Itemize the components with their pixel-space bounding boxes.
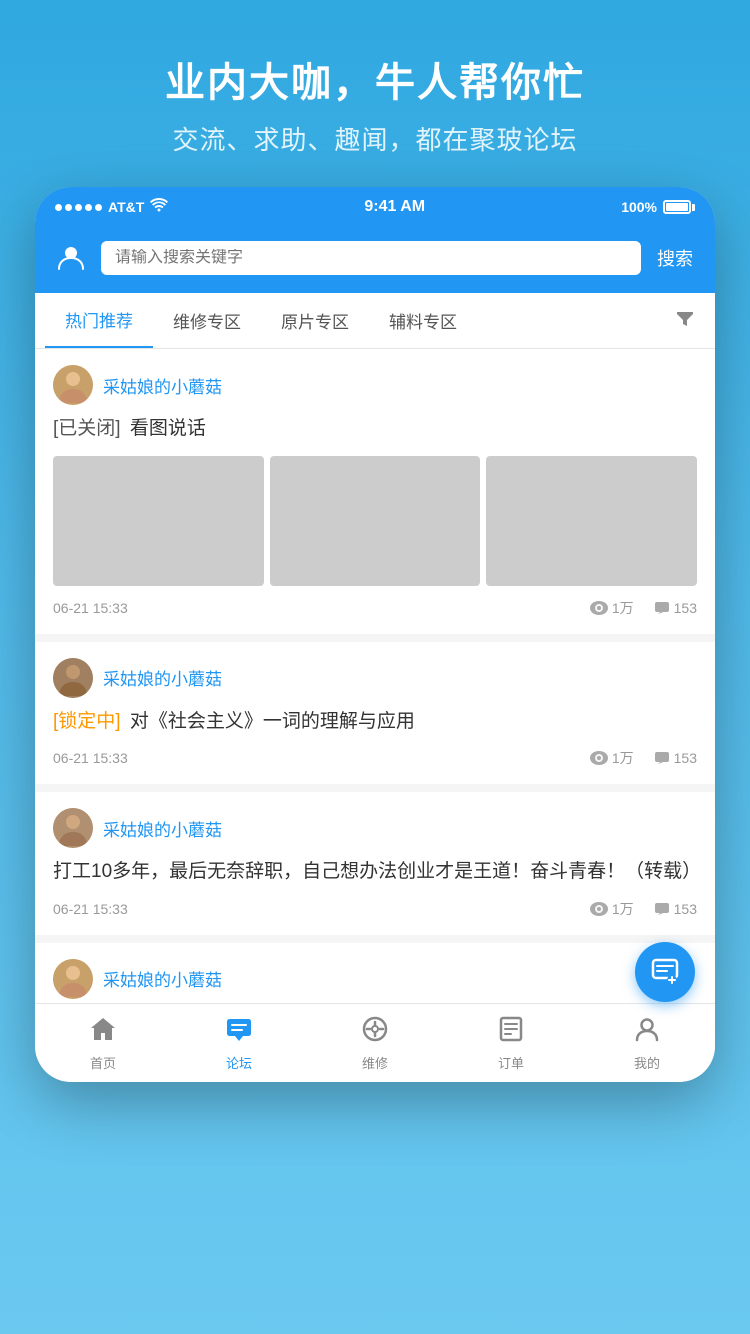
dot2 (65, 204, 72, 211)
comments-3: 153 (674, 901, 697, 917)
author-name-3: 采姑娘的小蘑菇 (103, 816, 222, 841)
dot4 (85, 204, 92, 211)
post-meta-1: 06-21 15:33 1万 153 (53, 598, 697, 618)
post-title-3: 打工10多年，最后无奈辞职，自己想办法创业才是王道！奋斗青春！（转载） (53, 858, 697, 887)
post-meta-2: 06-21 15:33 1万 153 (53, 748, 697, 768)
post-author-1: 采姑娘的小蘑菇 (53, 365, 697, 405)
nav-repair-label: 维修 (362, 1053, 388, 1072)
dot1 (55, 204, 62, 211)
my-icon (633, 1016, 661, 1049)
post-images-1 (53, 456, 697, 586)
nav-order[interactable]: 订单 (443, 1004, 579, 1082)
tab-original[interactable]: 原片专区 (261, 294, 369, 347)
views-2: 1万 (612, 748, 634, 768)
phone-frame: AT&T 9:41 AM 100% (35, 187, 715, 1082)
home-icon (89, 1016, 117, 1049)
battery-icon (663, 200, 695, 214)
wifi-icon (150, 198, 168, 217)
post-date-1: 06-21 15:33 (53, 600, 128, 616)
views-3: 1万 (612, 899, 634, 919)
tab-navigation: 热门推荐 维修专区 原片专区 辅料专区 (35, 293, 715, 349)
view-count-1: 1万 (590, 598, 634, 618)
author-name-4: 采姑娘的小蘑菇 (103, 966, 222, 991)
tab-material[interactable]: 辅料专区 (369, 294, 477, 347)
comment-count-3: 153 (654, 901, 697, 917)
post-title-main-3: 打工10多年，最后无奈辞职，自己想办法创业才是王道！奋斗青春！（转载） (53, 861, 701, 882)
content-area: 采姑娘的小蘑菇 [已关闭] 看图说话 06-21 15:33 1万 (35, 349, 715, 1003)
hero-section: 业内大咖，牛人帮你忙 交流、求助、趣闻，都在聚玻论坛 (0, 0, 750, 187)
carrier-label: AT&T (108, 199, 144, 215)
post-meta-3: 06-21 15:33 1万 153 (53, 899, 697, 919)
post-title-1: [已关闭] 看图说话 (53, 415, 697, 444)
avatar-1 (53, 365, 93, 405)
search-button[interactable]: 搜索 (651, 237, 699, 279)
post-image-2 (270, 456, 481, 586)
post-date-3: 06-21 15:33 (53, 901, 128, 917)
nav-my-label: 我的 (634, 1053, 660, 1072)
nav-forum-label: 论坛 (226, 1053, 252, 1072)
search-input-container[interactable] (101, 241, 641, 275)
fab-button[interactable] (635, 942, 695, 1002)
post-title-main-1: 看图说话 (130, 418, 206, 439)
author-name-1: 采姑娘的小蘑菇 (103, 373, 222, 398)
post-author-3: 采姑娘的小蘑菇 (53, 808, 697, 848)
status-left: AT&T (55, 198, 168, 217)
status-bar: AT&T 9:41 AM 100% (35, 187, 715, 227)
post-title-2: [锁定中] 对《社会主义》一词的理解与应用 (53, 708, 697, 737)
post-stats-2: 1万 153 (590, 748, 697, 768)
dot5 (95, 204, 102, 211)
comments-2: 153 (674, 750, 697, 766)
nav-home-label: 首页 (90, 1053, 116, 1072)
post-card-2[interactable]: 采姑娘的小蘑菇 [锁定中] 对《社会主义》一词的理解与应用 06-21 15:3… (35, 642, 715, 785)
author-name-2: 采姑娘的小蘑菇 (103, 665, 222, 690)
search-input[interactable] (115, 249, 627, 267)
post-image-1 (53, 456, 264, 586)
comment-count-1: 153 (654, 600, 697, 616)
post-card-4-partial: 采姑娘的小蘑菇 (35, 943, 715, 1003)
hero-subtitle: 交流、求助、趣闻，都在聚玻论坛 (30, 120, 720, 157)
avatar-3 (53, 808, 93, 848)
post-author-4: 采姑娘的小蘑菇 (53, 959, 697, 999)
post-stats-1: 1万 153 (590, 598, 697, 618)
post-stats-3: 1万 153 (590, 899, 697, 919)
avatar-2 (53, 658, 93, 698)
tag-locked-2: [锁定中] (53, 711, 121, 732)
nav-forum[interactable]: 论坛 (171, 1004, 307, 1082)
nav-repair[interactable]: 维修 (307, 1004, 443, 1082)
status-right: 100% (621, 199, 695, 215)
battery-percent: 100% (621, 199, 657, 215)
tab-hot[interactable]: 热门推荐 (45, 293, 153, 348)
repair-icon (361, 1016, 389, 1049)
post-image-3 (486, 456, 697, 586)
status-time: 9:41 AM (364, 198, 425, 216)
nav-home[interactable]: 首页 (35, 1004, 171, 1082)
user-icon[interactable] (51, 238, 91, 278)
filter-icon[interactable] (665, 294, 705, 347)
avatar-4 (53, 959, 93, 999)
post-card-3[interactable]: 采姑娘的小蘑菇 打工10多年，最后无奈辞职，自己想办法创业才是王道！奋斗青春！（… (35, 792, 715, 935)
order-icon (497, 1016, 525, 1049)
views-1: 1万 (612, 598, 634, 618)
comment-count-2: 153 (654, 750, 697, 766)
view-count-2: 1万 (590, 748, 634, 768)
hero-title: 业内大咖，牛人帮你忙 (30, 50, 720, 108)
view-count-3: 1万 (590, 899, 634, 919)
signal-dots (55, 204, 102, 211)
comments-1: 153 (674, 600, 697, 616)
nav-order-label: 订单 (498, 1053, 524, 1072)
post-card-1[interactable]: 采姑娘的小蘑菇 [已关闭] 看图说话 06-21 15:33 1万 (35, 349, 715, 634)
tag-closed-1: [已关闭] (53, 418, 121, 439)
dot3 (75, 204, 82, 211)
post-date-2: 06-21 15:33 (53, 750, 128, 766)
forum-icon (225, 1016, 253, 1049)
bottom-nav: 首页 论坛 维修 (35, 1003, 715, 1082)
nav-my[interactable]: 我的 (579, 1004, 715, 1082)
search-bar: 搜索 (35, 227, 715, 293)
tab-repair[interactable]: 维修专区 (153, 294, 261, 347)
post-title-main-2: 对《社会主义》一词的理解与应用 (130, 711, 415, 732)
post-author-2: 采姑娘的小蘑菇 (53, 658, 697, 698)
